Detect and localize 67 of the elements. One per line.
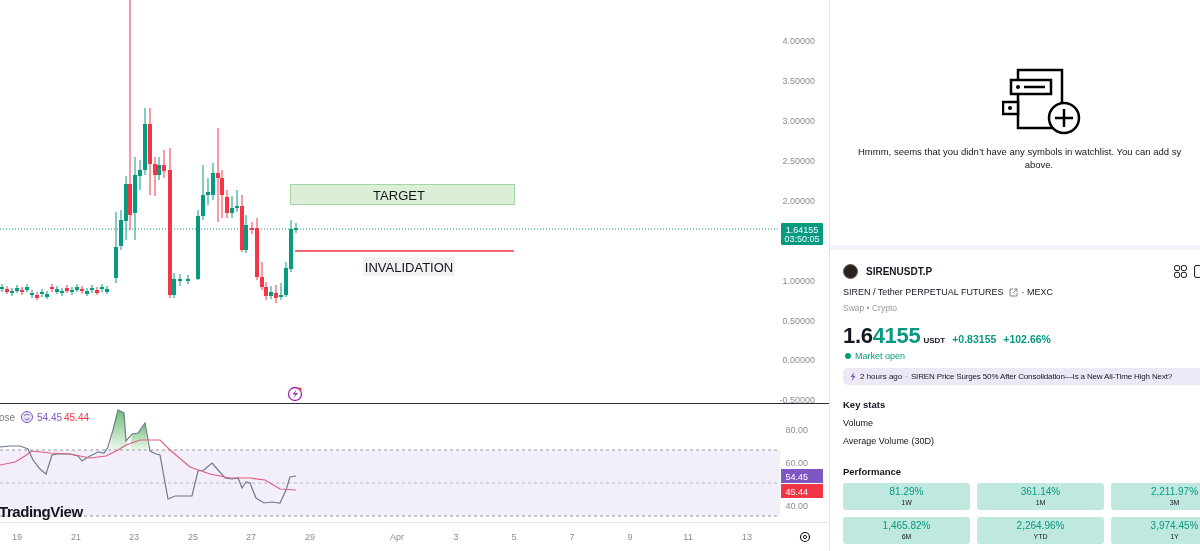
- news-headline: SIREN Price Surges 50% After Consolidation—Is a New All-Time High Next?: [910, 372, 1173, 381]
- last-price-tag: 1.64155 03:50:05: [781, 223, 823, 245]
- price-change: +0.83155: [952, 333, 997, 345]
- rsi-value-tag: 54.45: [781, 469, 823, 483]
- time-axis-label: 25: [188, 532, 198, 542]
- rsi-overbought-fill: [110, 410, 148, 450]
- price-axis-label: 0.50000: [782, 316, 815, 326]
- rsi-value: 54.45: [37, 412, 63, 423]
- watchlist-add-icon: [1002, 68, 1082, 136]
- price-axis-label: 2.00000: [782, 196, 815, 206]
- lightning-icon[interactable]: [287, 386, 303, 402]
- price-axis-label: 3.00000: [782, 116, 815, 126]
- indicator-label: ose: [0, 412, 16, 423]
- price-value: 1.64155: [843, 323, 921, 349]
- market-status: Market open: [855, 351, 906, 361]
- status-dot: [845, 353, 851, 359]
- time-axis-label: 7: [569, 532, 575, 542]
- time-axis-label: 3: [453, 532, 459, 542]
- candle: [178, 273, 182, 287]
- price-axis-label: 0.00000: [782, 355, 815, 365]
- line-label: INVALIDATION: [363, 257, 455, 276]
- time-axis-label: 5: [511, 532, 517, 542]
- logo: TradingView: [0, 503, 83, 520]
- time-axis-label: 27: [246, 532, 256, 542]
- refresh-icon[interactable]: [21, 411, 33, 423]
- price-axis-label: 3.50000: [782, 76, 815, 86]
- external-link-icon[interactable]: [1008, 287, 1018, 297]
- average-value: 45.44: [64, 412, 90, 423]
- lightning-icon: [850, 372, 856, 381]
- symbol-ticker: SIRENUSDT.P: [866, 265, 933, 277]
- panel-icon[interactable]: [1194, 264, 1200, 278]
- symbol-avatar: [843, 263, 858, 279]
- settings-icon[interactable]: [799, 531, 811, 543]
- time-axis-label: 23: [129, 532, 139, 542]
- symbol-description: SIREN / Tether PERPETUAL FUTURES: [843, 287, 1004, 297]
- price-axis-label: 4.00000: [782, 36, 815, 46]
- time-axis-label: Apr: [390, 532, 404, 542]
- time-axis-label: 19: [12, 532, 22, 542]
- rsi-axis-label: 40.00: [785, 501, 808, 511]
- empty-message: Hmmm, seems that you didn’t have any symbols in watchlist. You can add sy: [858, 146, 1182, 157]
- time-axis-label: 11: [683, 532, 693, 542]
- symbol-category: Swap • Crypto: [843, 303, 897, 313]
- price-axis-label: 1.00000: [782, 276, 815, 286]
- price-axis-label: 2.50000: [782, 156, 815, 166]
- rsi-axis-label: 60.00: [785, 458, 808, 468]
- section-title: Key stats: [843, 399, 887, 410]
- stat-label: Average Volume (30D): [843, 436, 935, 446]
- rsi-axis-label: 80.00: [785, 425, 808, 435]
- time-axis-label: 21: [71, 532, 81, 542]
- price-currency: USDT: [923, 336, 946, 345]
- grid-icon[interactable]: [1174, 264, 1187, 278]
- news-separator: ·: [905, 372, 908, 381]
- stat-label: Volume: [843, 418, 875, 428]
- news-time: 2 hours ago: [860, 372, 903, 381]
- candle: [186, 274, 190, 285]
- exchange-name: · MEXC: [1021, 287, 1054, 297]
- time-axis-label: 9: [627, 532, 633, 542]
- price-change-percent: +102.66%: [1003, 333, 1051, 345]
- section-title: Performance: [843, 466, 903, 477]
- average-value-tag: 45.44: [781, 484, 823, 498]
- news-banner[interactable]: 2 hours ago · SIREN Price Surges 50% After Consolidation—Is a New All-Time High Next?: [843, 368, 1200, 385]
- target-zone[interactable]: [290, 184, 515, 205]
- zone-label: TARGET: [373, 188, 425, 203]
- price-axis-label: -0.50000: [779, 395, 815, 405]
- time-axis-label: 13: [742, 532, 752, 542]
- empty-message: above.: [1024, 159, 1054, 170]
- time-axis-label: 29: [305, 532, 315, 542]
